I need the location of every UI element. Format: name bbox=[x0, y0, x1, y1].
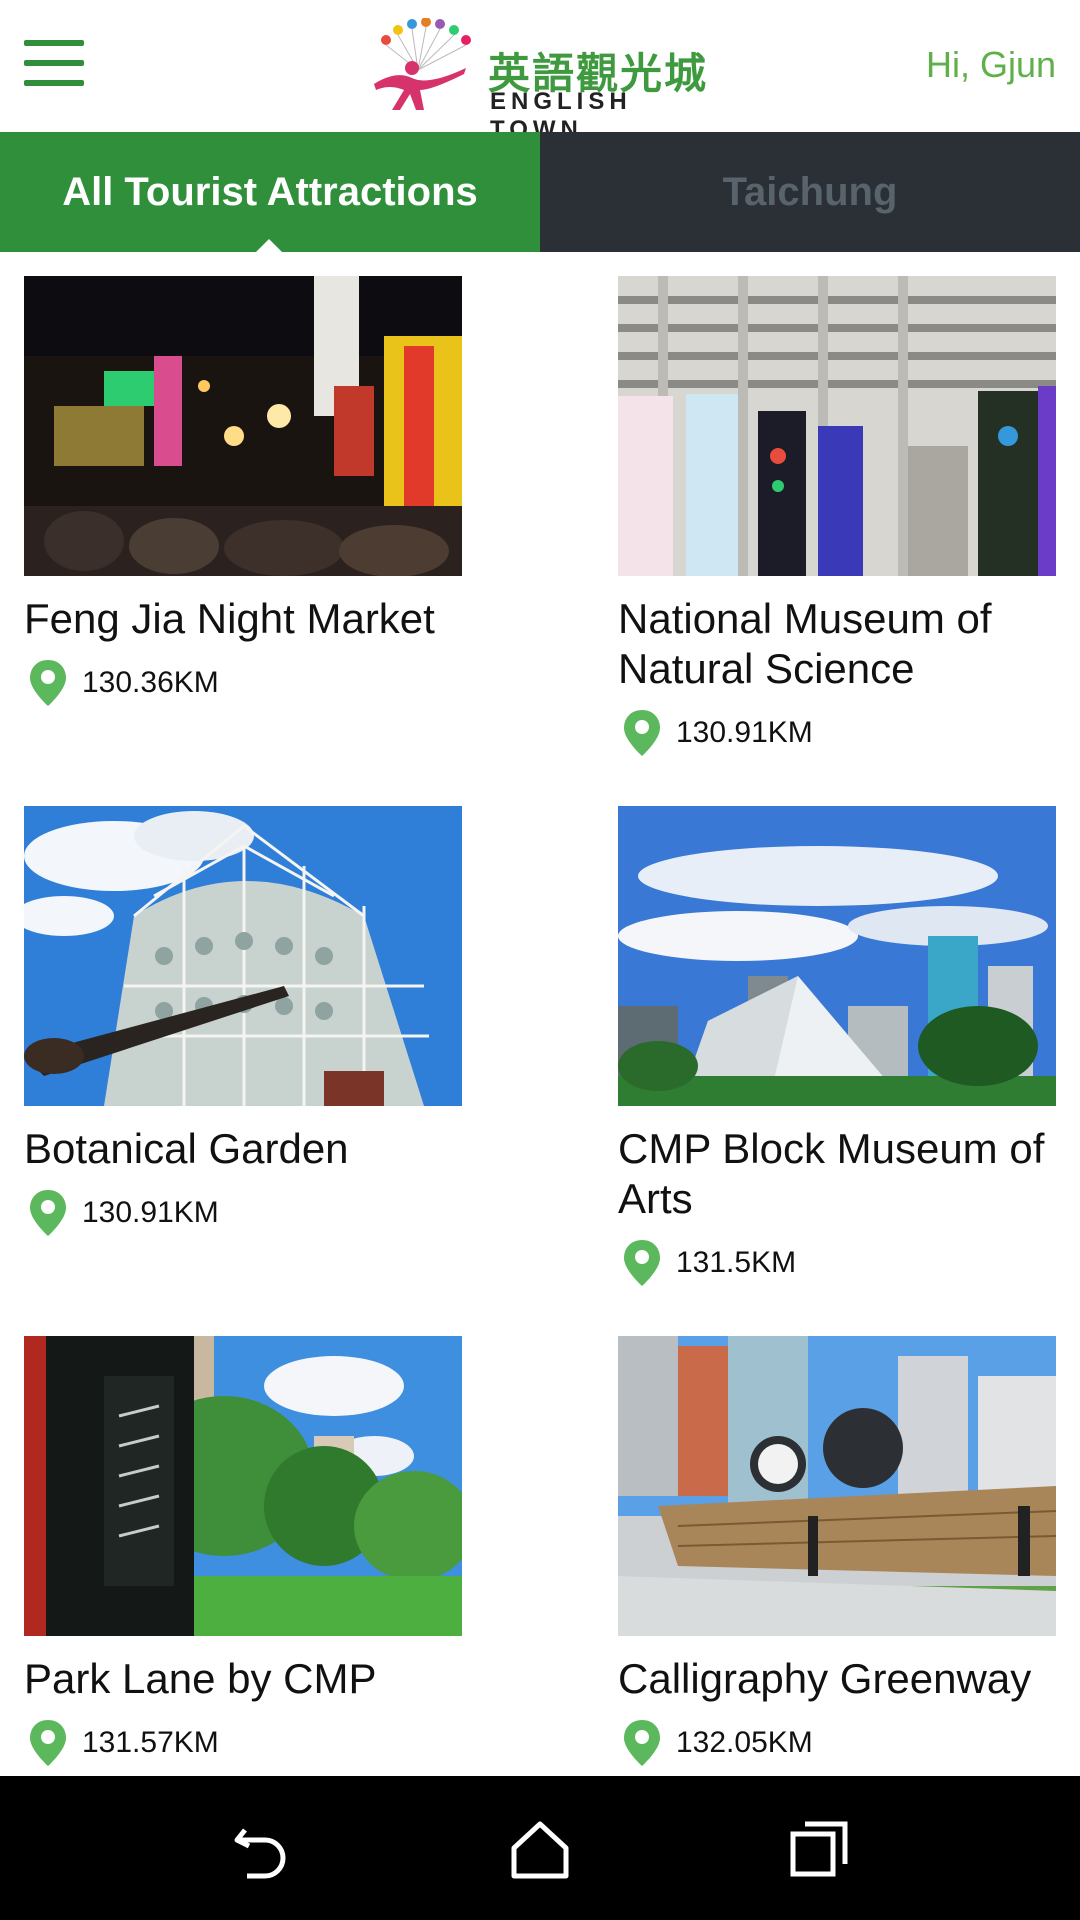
location-pin-icon bbox=[624, 1240, 660, 1286]
location-pin-icon bbox=[30, 1720, 66, 1766]
tab-label: Taichung bbox=[722, 169, 898, 214]
tab-label: All Tourist Attractions bbox=[62, 169, 478, 214]
distance-text: 132.05KM bbox=[676, 1726, 813, 1759]
location-pin-icon bbox=[624, 1720, 660, 1766]
tab-bar: All Tourist Attractions Taichung bbox=[0, 132, 1080, 253]
museum-photo bbox=[618, 276, 1056, 576]
calligraphy-greenway-photo bbox=[618, 1336, 1056, 1636]
distance-text: 131.5KM bbox=[676, 1246, 797, 1279]
attraction-card[interactable]: CMP Block Museum of Arts 131.5KM bbox=[618, 806, 1056, 1288]
active-tab-indicator bbox=[255, 239, 283, 253]
attraction-name: Botanical Garden bbox=[24, 1125, 349, 1172]
location-pin-icon bbox=[624, 710, 660, 756]
distance-text: 130.36KM bbox=[82, 666, 219, 699]
home-icon[interactable] bbox=[504, 1812, 576, 1884]
distance-text: 131.57KM bbox=[82, 1726, 219, 1759]
cmp-block-museum-photo bbox=[618, 806, 1056, 1106]
tab-taichung[interactable]: Taichung bbox=[540, 132, 1080, 252]
attraction-name: CMP Block Museum of Arts bbox=[618, 1125, 1045, 1222]
system-navigation-bar bbox=[0, 1776, 1080, 1920]
attraction-distance-row: 132.05KM bbox=[618, 1718, 1056, 1768]
attraction-name: National Museum of Natural Science bbox=[618, 595, 992, 692]
attractions-grid: Feng Jia Night Market 130.36KM National … bbox=[0, 252, 1080, 1776]
location-pin-icon bbox=[30, 660, 66, 706]
attraction-card[interactable]: Botanical Garden 130.91KM bbox=[24, 806, 462, 1238]
attraction-name: Park Lane by CMP bbox=[24, 1655, 377, 1702]
attraction-distance-row: 130.36KM bbox=[24, 658, 462, 708]
attraction-distance-row: 131.5KM bbox=[618, 1238, 1056, 1288]
attraction-card[interactable]: Calligraphy Greenway 132.05KM bbox=[618, 1336, 1056, 1768]
back-icon[interactable] bbox=[225, 1812, 297, 1884]
user-greeting[interactable]: Hi, Gjun bbox=[926, 44, 1056, 86]
attraction-name: Calligraphy Greenway bbox=[618, 1655, 1032, 1702]
app-header: 英語觀光城 ENGLISH TOWN Hi, Gjun bbox=[0, 0, 1080, 143]
distance-text: 130.91KM bbox=[82, 1196, 219, 1229]
logo-figure-icon bbox=[374, 18, 471, 110]
attraction-distance-row: 130.91KM bbox=[618, 708, 1056, 758]
hamburger-menu-icon[interactable] bbox=[24, 40, 84, 90]
attraction-name: Feng Jia Night Market bbox=[24, 595, 435, 642]
attraction-card[interactable]: Park Lane by CMP 131.57KM bbox=[24, 1336, 462, 1768]
attraction-card[interactable]: Feng Jia Night Market 130.36KM bbox=[24, 276, 462, 708]
tab-all-tourist-attractions[interactable]: All Tourist Attractions bbox=[0, 132, 540, 253]
distance-text: 130.91KM bbox=[676, 716, 813, 749]
attraction-card[interactable]: National Museum of Natural Science 130.9… bbox=[618, 276, 1056, 758]
night-market-photo bbox=[24, 276, 462, 576]
attraction-distance-row: 131.57KM bbox=[24, 1718, 462, 1768]
english-town-logo: 英語觀光城 ENGLISH TOWN bbox=[366, 18, 716, 143]
location-pin-icon bbox=[30, 1190, 66, 1236]
park-lane-photo bbox=[24, 1336, 462, 1636]
recents-icon[interactable] bbox=[783, 1812, 855, 1884]
attraction-distance-row: 130.91KM bbox=[24, 1188, 462, 1238]
botanical-garden-photo bbox=[24, 806, 462, 1106]
